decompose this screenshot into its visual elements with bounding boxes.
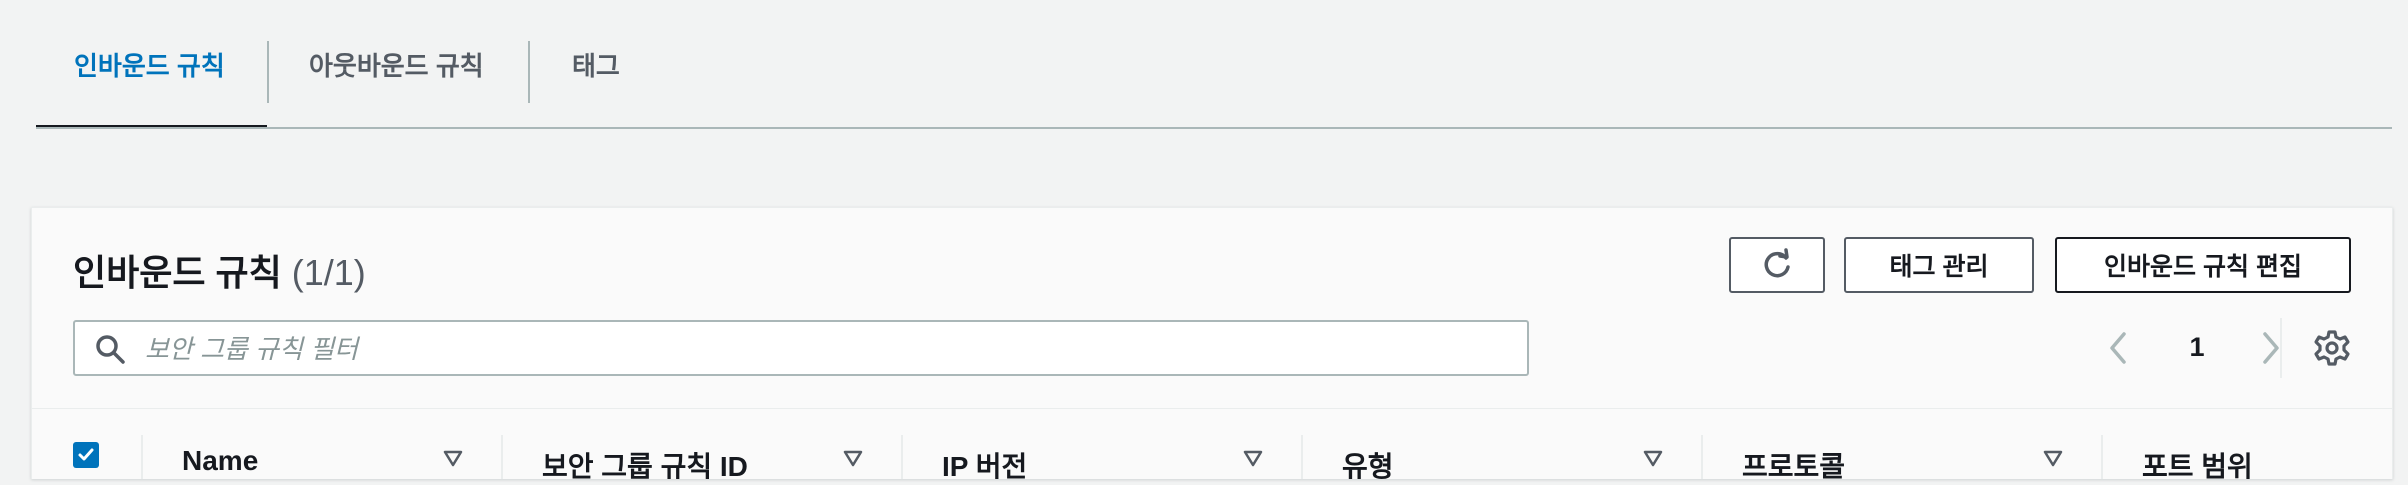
tab-bar-border [36,127,2392,129]
tab-tags[interactable]: 태그 [572,0,620,128]
column-header-rule-id[interactable]: 보안 그룹 규칙 ID [542,445,748,485]
column-divider [2101,435,2103,479]
gear-icon[interactable] [2312,328,2352,368]
current-page[interactable]: 1 [2177,332,2217,363]
column-header-port-range[interactable]: 포트 범위 [2142,445,2253,485]
column-divider [501,435,503,479]
pagination-divider [2280,318,2282,378]
column-divider [901,435,903,479]
sort-icon[interactable] [1642,447,1664,469]
sort-icon[interactable] [842,447,864,469]
select-all-checkbox[interactable] [73,442,99,468]
table-header: Name 보안 그룹 규칙 ID IP 버전 유형 프로토콜 포트 범위 [32,408,2392,482]
tab-outbound-rules[interactable]: 아웃바운드 규칙 [309,0,484,128]
tab-label: 인바운드 규칙 [74,50,225,81]
tab-label: 아웃바운드 규칙 [309,50,484,81]
sort-icon[interactable] [2042,447,2064,469]
column-divider [1701,435,1703,479]
check-icon [78,448,94,461]
search-input[interactable] [143,330,1507,368]
inbound-rules-panel: 인바운드 규칙 (1/1) 태그 관리 인바운드 규칙 편집 1 [31,207,2393,482]
tab-divider [267,41,269,103]
sort-icon[interactable] [1242,447,1264,469]
search-icon [96,335,125,364]
column-header-protocol[interactable]: 프로토콜 [1742,445,1845,485]
tab-inbound-rules[interactable]: 인바운드 규칙 [74,0,225,128]
tab-bar: 인바운드 규칙 아웃바운드 규칙 태그 [36,0,2392,129]
column-header-ip-version[interactable]: IP 버전 [942,445,1027,485]
column-header-name[interactable]: Name [182,445,258,477]
column-divider [1301,435,1303,479]
tab-divider [528,41,530,103]
tab-label: 태그 [572,50,620,81]
panel-title: 인바운드 규칙 (1/1) [73,244,366,296]
search-field [73,320,1529,376]
edit-inbound-rules-label: 인바운드 규칙 편집 [2104,253,2302,281]
edit-inbound-rules-button[interactable]: 인바운드 규칙 편집 [2055,237,2351,293]
column-header-type[interactable]: 유형 [1342,445,1394,485]
manage-tags-label: 태그 관리 [1889,253,1989,281]
manage-tags-button[interactable]: 태그 관리 [1844,237,2034,293]
refresh-button[interactable] [1729,237,1825,293]
column-divider [141,435,143,479]
panel-title-text: 인바운드 규칙 [73,252,282,293]
refresh-icon [1764,248,1790,278]
chevron-left-icon[interactable] [2104,330,2132,366]
sort-icon[interactable] [442,447,464,469]
rule-count: (1/1) [291,252,366,293]
